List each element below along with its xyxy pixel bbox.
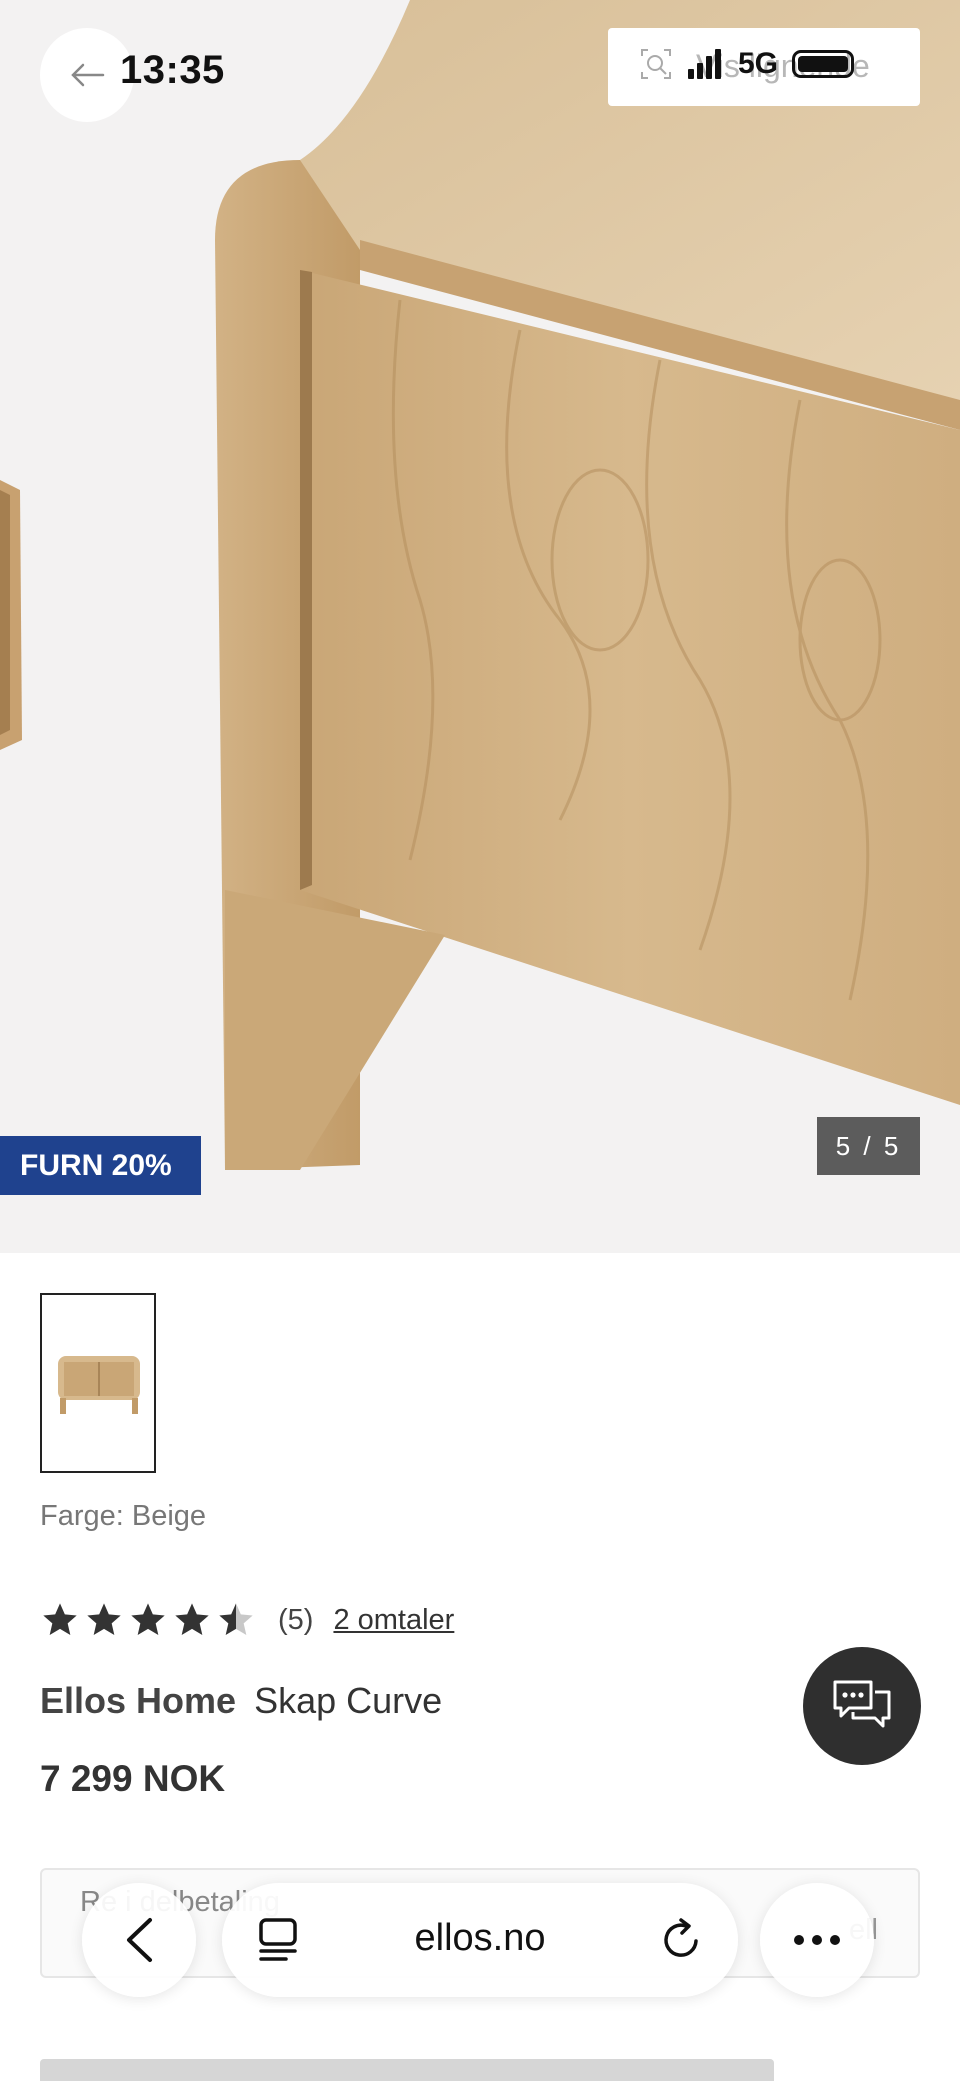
rating-count: (5)	[278, 1603, 314, 1636]
more-icon	[794, 1935, 840, 1945]
thumbnail-1[interactable]	[40, 1293, 156, 1473]
status-time: 13:35	[120, 48, 225, 92]
product-price: 7 299 NOK	[40, 1758, 226, 1799]
more-button[interactable]	[760, 1883, 874, 1997]
cabinet-photo	[0, 0, 960, 1253]
add-to-cart-button[interactable]	[40, 2059, 774, 2081]
color-label: Farge: Beige	[40, 1500, 207, 1532]
rating-stars	[40, 1600, 256, 1640]
signal-icon	[688, 49, 721, 79]
star-icon	[43, 1603, 77, 1635]
product-image[interactable]	[0, 0, 960, 1253]
star-icon	[87, 1603, 121, 1635]
battery-icon	[792, 50, 855, 78]
image-counter: 5 / 5	[817, 1117, 920, 1175]
star-half-icon	[219, 1603, 253, 1635]
network-label: 5G	[738, 47, 779, 80]
discount-badge: FURN 20%	[0, 1136, 201, 1195]
product-brand[interactable]: Ellos Home	[40, 1680, 236, 1721]
search-scan-icon	[641, 49, 671, 79]
product-title: Ellos Home Skap Curve	[40, 1680, 442, 1722]
browser-back-button[interactable]	[82, 1883, 196, 1997]
rating-row: (5) 2 omtaler	[40, 1600, 454, 1640]
star-icon	[131, 1603, 165, 1635]
thumbnail-cabinet-image	[58, 1356, 140, 1414]
status-icons: 5G	[638, 46, 855, 82]
star-icon	[175, 1603, 209, 1635]
reviews-link[interactable]: 2 omtaler	[333, 1604, 454, 1637]
arrow-left-icon	[71, 63, 105, 87]
chat-icon	[833, 1680, 891, 1728]
product-name: Skap Curve	[254, 1680, 443, 1721]
address-bar[interactable]: ellos.no	[222, 1883, 738, 1997]
chat-button[interactable]	[803, 1647, 921, 1765]
reload-icon[interactable]	[660, 1917, 704, 1963]
similar-button[interactable]: Vis lignende 5G	[608, 28, 920, 106]
chevron-left-icon	[127, 1918, 152, 1962]
